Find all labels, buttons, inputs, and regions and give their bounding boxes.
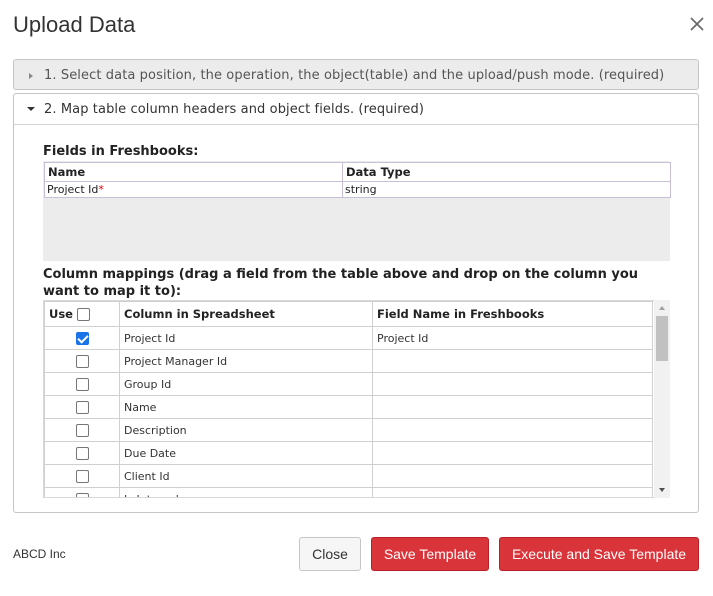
column-header: Column in Spreadsheet <box>119 301 373 327</box>
save-template-button[interactable]: Save Template <box>371 537 489 571</box>
triangle-right-icon <box>29 72 33 79</box>
mapped-field-cell[interactable] <box>372 372 653 396</box>
step-2-panel: 2. Map table column headers and object f… <box>13 93 699 513</box>
scroll-down-arrow-icon[interactable] <box>657 485 667 495</box>
field-name: Project Id <box>47 183 99 196</box>
spreadsheet-column-cell: Is Internal <box>119 487 373 497</box>
use-checkbox[interactable] <box>75 423 89 437</box>
mapped-field-cell[interactable] <box>372 418 653 442</box>
mappings-table-container: Use Column in Spreadsheet Field Name in … <box>43 300 670 498</box>
use-header: Use <box>44 301 120 327</box>
fields-section-title: Fields in Freshbooks: <box>43 144 199 159</box>
spreadsheet-column-cell: Project Manager Id <box>119 349 373 373</box>
company-name: ABCD Inc <box>13 547 66 561</box>
mapping-row: Name <box>44 395 653 419</box>
close-icon[interactable] <box>688 15 706 33</box>
field-header: Field Name in Freshbooks <box>372 301 653 327</box>
mapped-field-cell[interactable] <box>372 349 653 373</box>
fields-table-container: Name Data Type Project Id* string <box>43 161 671 261</box>
dialog-title: Upload Data <box>13 12 136 37</box>
close-button[interactable]: Close <box>299 537 361 571</box>
spreadsheet-column-cell: Due Date <box>119 441 373 465</box>
step-2-label: 2. Map table column headers and object f… <box>44 101 425 117</box>
fields-header-name: Name <box>44 162 343 182</box>
use-header-label: Use <box>49 307 73 321</box>
mappings-section-title: Column mappings (drag a field from the t… <box>43 267 639 299</box>
mapping-row: Project Manager Id <box>44 349 653 373</box>
select-all-checkbox[interactable] <box>77 308 90 321</box>
execute-and-save-template-button[interactable]: Execute and Save Template <box>499 537 699 571</box>
use-checkbox[interactable] <box>75 354 89 368</box>
step-1-label: 1. Select data position, the operation, … <box>44 68 665 83</box>
mapped-field-cell[interactable] <box>372 464 653 488</box>
use-checkbox[interactable] <box>75 469 89 483</box>
required-marker: * <box>98 183 104 196</box>
mapped-field-cell[interactable] <box>372 487 653 497</box>
fields-header-type: Data Type <box>342 162 671 182</box>
scroll-thumb[interactable] <box>656 316 668 361</box>
mapping-row: Group Id <box>44 372 653 396</box>
spreadsheet-column-cell: Group Id <box>119 372 373 396</box>
mapping-row: Project Id Project Id <box>44 326 653 350</box>
triangle-down-icon <box>27 107 35 111</box>
mapping-row: Client Id <box>44 464 653 488</box>
spreadsheet-column-cell: Client Id <box>119 464 373 488</box>
use-checkbox[interactable] <box>75 400 89 414</box>
mapping-row: Is Internal <box>44 487 653 497</box>
use-checkbox[interactable] <box>75 492 89 497</box>
fields-table: Name Data Type Project Id* string <box>44 162 671 198</box>
mapping-row: Description <box>44 418 653 442</box>
field-name-cell[interactable]: Project Id* <box>44 181 343 198</box>
scroll-up-arrow-icon[interactable] <box>657 303 667 313</box>
spreadsheet-column-cell: Name <box>119 395 373 419</box>
use-checkbox[interactable] <box>75 377 89 391</box>
mapped-field-cell[interactable] <box>372 395 653 419</box>
mapped-field-cell[interactable]: Project Id <box>372 326 653 350</box>
use-checkbox[interactable] <box>75 331 89 345</box>
mapping-row: Due Date <box>44 441 653 465</box>
mapped-field-cell[interactable] <box>372 441 653 465</box>
mappings-scrollbar[interactable] <box>654 300 670 498</box>
mappings-table: Use Column in Spreadsheet Field Name in … <box>44 301 653 497</box>
step-1-header[interactable]: 1. Select data position, the operation, … <box>13 59 699 90</box>
spreadsheet-column-cell: Project Id <box>119 326 373 350</box>
spreadsheet-column-cell: Description <box>119 418 373 442</box>
field-type-cell: string <box>342 181 671 198</box>
step-2-header[interactable]: 2. Map table column headers and object f… <box>14 94 698 125</box>
use-checkbox[interactable] <box>75 446 89 460</box>
field-row[interactable]: Project Id* string <box>44 181 671 198</box>
